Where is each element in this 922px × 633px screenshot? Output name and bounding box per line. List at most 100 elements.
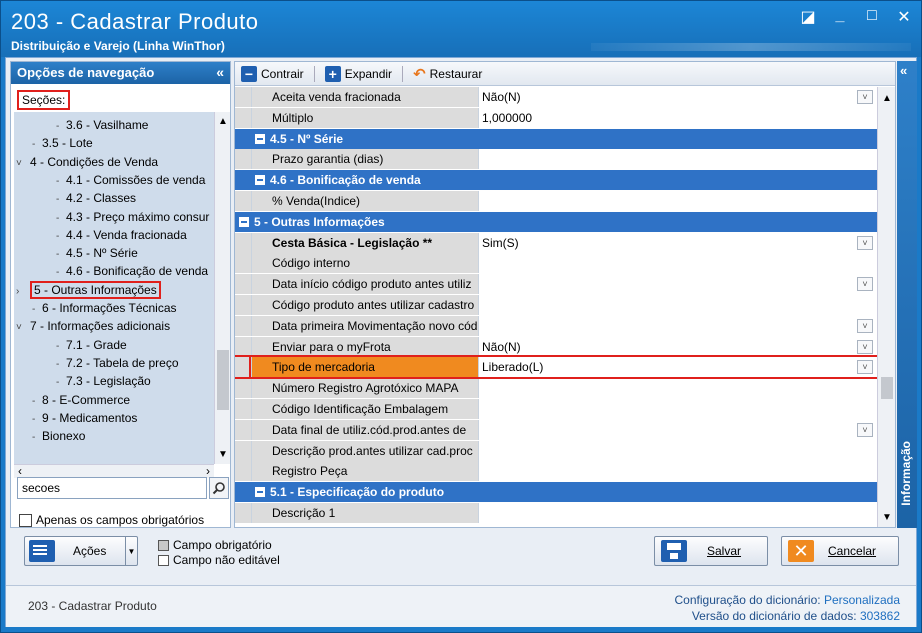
- field-input[interactable]: [478, 440, 877, 461]
- field-label: Código Identificação Embalagem: [251, 399, 478, 419]
- chevron-down-icon[interactable]: ˅: [857, 90, 873, 104]
- collapse-all-button[interactable]: − Contrair: [241, 65, 304, 82]
- field-input[interactable]: [478, 378, 877, 399]
- restore-button[interactable]: ↶ Restaurar: [413, 65, 482, 83]
- tree-item[interactable]: - Bionexo: [32, 427, 85, 445]
- field-select[interactable]: Sim(S) ˅: [478, 232, 877, 253]
- maximize-icon[interactable]: □: [863, 7, 881, 27]
- tree-item[interactable]: -4.2 - Classes: [56, 189, 136, 207]
- chevron-down-icon[interactable]: ˅: [857, 277, 873, 292]
- field-input[interactable]: 1,000000: [478, 107, 877, 128]
- grid-row: Data final de utiliz.cód.prod.antes de ˅: [235, 419, 877, 440]
- scroll-right-icon[interactable]: ›: [206, 464, 210, 478]
- tree-item[interactable]: -4.6 - Bonificação de venda: [56, 262, 208, 280]
- tree-item[interactable]: -7.3 - Legislação: [56, 372, 151, 390]
- tree-item[interactable]: -4.4 - Venda fracionada: [56, 226, 187, 244]
- info-tab-label[interactable]: Informação: [899, 441, 913, 506]
- nav-title: Opções de navegação: [17, 65, 155, 80]
- grid-vertical-scrollbar[interactable]: ▲ ▼: [877, 87, 895, 527]
- scroll-down-icon[interactable]: ▼: [218, 449, 228, 460]
- field-input[interactable]: [478, 503, 877, 523]
- chevron-right-icon[interactable]: ›: [16, 283, 30, 301]
- only-required-checkbox[interactable]: [19, 513, 32, 527]
- grid-section-header[interactable]: 4.5 - Nº Série: [235, 128, 877, 149]
- scroll-left-icon[interactable]: ‹: [18, 464, 22, 478]
- scroll-thumb[interactable]: [881, 377, 893, 399]
- field-input[interactable]: [478, 191, 877, 211]
- field-select[interactable]: ˅: [478, 315, 877, 336]
- tree-item[interactable]: -4.3 - Preço máximo consur: [56, 208, 209, 226]
- collapse-section-icon[interactable]: [239, 216, 249, 227]
- tree-vertical-scrollbar[interactable]: ▲ ▼: [214, 112, 230, 464]
- chevron-down-icon[interactable]: ˅: [857, 318, 873, 333]
- save-button[interactable]: Salvar: [654, 536, 768, 566]
- tree-item-label: Bionexo: [42, 429, 86, 444]
- tree-horizontal-scrollbar[interactable]: ‹ ›: [14, 464, 214, 478]
- tree-item[interactable]: -6 - Informações Técnicas: [32, 299, 177, 317]
- expand-info-icon[interactable]: «: [900, 63, 907, 78]
- close-icon[interactable]: ✕: [895, 7, 913, 27]
- chevron-down-icon[interactable]: ˅: [857, 422, 873, 437]
- cancel-button[interactable]: ✕ Cancelar: [781, 536, 899, 566]
- info-side-panel[interactable]: « Informação: [897, 61, 917, 528]
- tree-item[interactable]: -3.5 - Lote: [32, 134, 93, 152]
- collapse-section-icon[interactable]: [255, 487, 265, 498]
- scroll-up-icon[interactable]: ▲: [218, 116, 228, 127]
- collapse-section-icon[interactable]: [255, 133, 265, 144]
- field-input[interactable]: [478, 149, 877, 170]
- tree-item[interactable]: -7.2 - Tabela de preço: [56, 354, 179, 372]
- tree-item[interactable]: ˅ 4 - Condições de Venda: [16, 153, 158, 171]
- section-title: 4.5 - Nº Série: [270, 131, 344, 146]
- tree-item[interactable]: -8 - E-Commerce: [32, 391, 130, 409]
- field-select[interactable]: Liberado(L) ˅: [478, 357, 877, 378]
- version-value[interactable]: 303862: [860, 609, 900, 623]
- field-input[interactable]: [478, 461, 877, 482]
- restore-layout-icon[interactable]: ◪: [799, 7, 817, 27]
- section-search-input[interactable]: [17, 477, 207, 499]
- tree-item[interactable]: ˅ 7 - Informações adicionais: [16, 317, 170, 335]
- tree-item[interactable]: › 5 - Outras Informações: [16, 280, 161, 301]
- tree-connector: -: [56, 249, 60, 261]
- grid-section-header[interactable]: 5.1 - Especificação do produto: [235, 482, 877, 503]
- field-label: Descrição 1: [251, 503, 478, 523]
- field-value: Sim(S): [482, 235, 519, 250]
- expand-all-button[interactable]: + Expandir: [324, 65, 392, 82]
- only-required-toggle[interactable]: Apenas os campos obrigatórios: [19, 513, 204, 527]
- search-button[interactable]: [209, 477, 229, 499]
- chevron-down-icon[interactable]: ˅: [857, 339, 873, 354]
- config-value[interactable]: Personalizada: [824, 593, 900, 607]
- tree-item-label: 4.5 - Nº Série: [66, 246, 138, 261]
- grid-section-header[interactable]: 4.6 - Bonificação de venda: [235, 170, 877, 191]
- legend-readonly: Campo não editável: [158, 553, 280, 568]
- field-input[interactable]: [478, 295, 877, 315]
- scroll-up-icon[interactable]: ▲: [882, 93, 892, 104]
- actions-button[interactable]: Ações ▼: [24, 536, 138, 566]
- tree-item-label: 7 - Informações adicionais: [30, 319, 171, 334]
- tree-item[interactable]: -4.1 - Comissões de venda: [56, 171, 205, 189]
- chevron-down-icon[interactable]: ˅: [857, 235, 873, 250]
- restore-label: Restaurar: [429, 66, 483, 81]
- field-label: Registro Peça: [251, 461, 478, 482]
- collapse-nav-icon[interactable]: «: [216, 64, 224, 80]
- dropdown-caret-icon[interactable]: ▼: [125, 537, 137, 565]
- grid-section-header[interactable]: 5 - Outras Informações: [235, 211, 877, 232]
- tree-item[interactable]: -4.5 - Nº Série: [56, 244, 138, 262]
- actions-list-icon: [29, 540, 55, 562]
- collapse-section-icon[interactable]: [255, 175, 265, 186]
- version-label: Versão do dicionário de dados:: [691, 609, 857, 623]
- field-select[interactable]: Não(N) ˅: [478, 336, 877, 357]
- chevron-down-icon[interactable]: ˅: [857, 360, 873, 375]
- minimize-icon[interactable]: _: [831, 7, 849, 27]
- field-select[interactable]: Não(N) ˅: [478, 87, 877, 107]
- field-select[interactable]: ˅: [478, 274, 877, 295]
- chevron-down-icon[interactable]: ˅: [16, 319, 30, 337]
- scroll-down-icon[interactable]: ▼: [882, 512, 892, 523]
- field-input[interactable]: [478, 253, 877, 274]
- tree-item[interactable]: -3.6 - Vasilhame: [56, 116, 148, 134]
- scroll-thumb[interactable]: [217, 350, 229, 410]
- tree-item[interactable]: -7.1 - Grade: [56, 336, 127, 354]
- field-input[interactable]: [478, 399, 877, 419]
- tree-item[interactable]: -9 - Medicamentos: [32, 409, 137, 427]
- chevron-down-icon[interactable]: ˅: [16, 155, 30, 173]
- field-select[interactable]: ˅: [478, 419, 877, 440]
